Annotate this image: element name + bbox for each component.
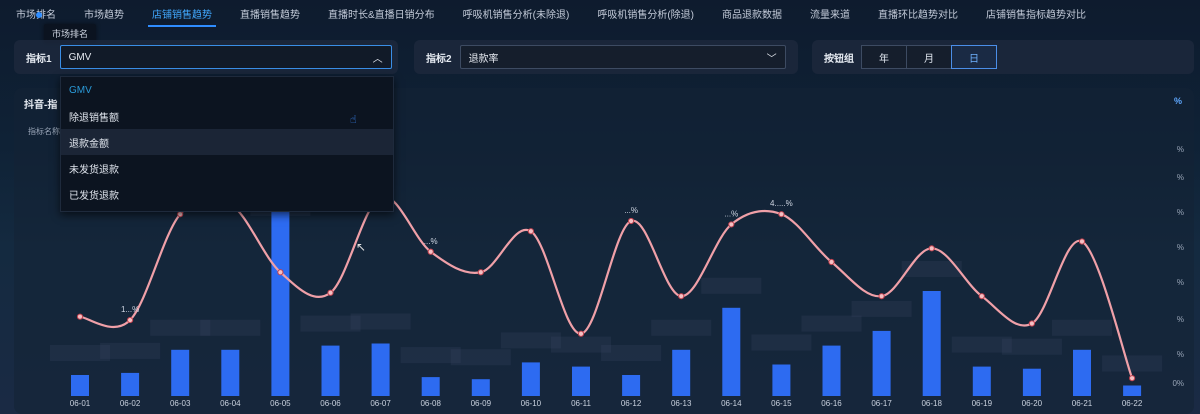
bar [371, 343, 390, 396]
line-data-label: 1...% [121, 305, 139, 314]
x-tick-label: 06-20 [1022, 399, 1043, 408]
bar [872, 330, 891, 396]
x-tick-label: 06-13 [671, 399, 692, 408]
x-tick-label: 06-12 [621, 399, 642, 408]
bar [772, 364, 791, 396]
line-point [527, 228, 535, 235]
bar [1073, 349, 1091, 396]
line-point [628, 217, 635, 225]
bar [421, 377, 440, 396]
line-data-label: ...% [624, 206, 638, 215]
arrow-cursor-icon: ↖ [356, 240, 367, 254]
line-point [327, 289, 334, 296]
bar [121, 372, 140, 396]
label-shade [851, 300, 912, 317]
x-tick-label: 06-19 [972, 399, 993, 408]
bar [171, 349, 190, 396]
bar [622, 375, 641, 396]
x-tick-label: 06-01 [70, 399, 91, 408]
right-tick-label: % [1177, 278, 1184, 287]
bar [1123, 385, 1142, 396]
bar [672, 349, 691, 396]
bar [822, 345, 841, 396]
line-point [728, 221, 735, 228]
label-shade [200, 319, 261, 336]
label-shade [350, 313, 411, 330]
x-tick-label: 06-21 [1072, 399, 1093, 408]
x-tick-label: 06-22 [1122, 399, 1143, 408]
line-point [127, 316, 134, 324]
label-shade [100, 342, 161, 359]
label-shade [601, 345, 662, 361]
bar [321, 345, 340, 396]
line-point [978, 293, 985, 300]
line-point [427, 248, 434, 255]
x-tick-label: 06-16 [821, 399, 842, 408]
bar [471, 379, 490, 396]
line-point [778, 211, 785, 218]
line-point [928, 245, 935, 252]
label-shade [651, 319, 712, 336]
line-point [1078, 238, 1086, 245]
label-shade [1102, 355, 1163, 372]
line-point [878, 293, 885, 300]
bar [1022, 368, 1041, 396]
label-shade [1001, 338, 1062, 355]
line-data-label: ...% [424, 237, 438, 246]
right-tick-label: % [1177, 350, 1184, 359]
x-tick-label: 06-10 [521, 399, 542, 408]
label-shade [1052, 319, 1112, 336]
label-shade [450, 349, 511, 366]
x-tick-label: 06-05 [270, 399, 291, 408]
x-tick-label: 06-15 [771, 399, 792, 408]
dropdown-option-5[interactable]: 已发货退款 [61, 181, 393, 207]
bar [271, 186, 290, 396]
bar [572, 366, 590, 396]
bar [221, 349, 240, 396]
x-tick-label: 06-07 [370, 399, 391, 408]
right-tick-label: % [1177, 243, 1184, 252]
right-tick-label: % [1177, 208, 1184, 217]
line-point [1129, 375, 1136, 382]
line-point [277, 269, 284, 276]
x-tick-label: 06-14 [721, 399, 742, 408]
line-point [577, 330, 585, 337]
x-tick-label: 06-11 [571, 399, 591, 408]
hand-cursor-icon: ☝ [350, 114, 357, 126]
right-tick-label: % [1177, 173, 1184, 182]
metric1-dropdown-menu: GMV 除退销售额 退款金额 未发货退款 已发货退款 [60, 76, 394, 212]
line-data-label: 4.....% [770, 199, 793, 208]
x-tick-label: 06-09 [471, 399, 492, 408]
line-point [76, 313, 84, 320]
x-tick-label: 06-17 [871, 399, 892, 408]
x-tick-label: 06-03 [170, 399, 191, 408]
line-point [477, 269, 484, 276]
bar [521, 362, 540, 396]
right-tick-label: % [1177, 315, 1184, 324]
bar [71, 375, 89, 396]
bar [722, 307, 741, 396]
dropdown-option-3[interactable]: 退款金额 [61, 129, 393, 155]
line-point [678, 293, 685, 300]
x-tick-label: 06-04 [220, 399, 241, 408]
label-shade [701, 277, 762, 294]
x-tick-label: 06-18 [921, 399, 942, 408]
line-data-label: ...% [724, 209, 738, 218]
x-tick-label: 06-02 [120, 399, 141, 408]
line-point [828, 258, 835, 266]
x-tick-label: 06-08 [420, 399, 441, 408]
line-point [1028, 320, 1036, 327]
x-tick-label: 06-06 [320, 399, 341, 408]
dropdown-option-4[interactable]: 未发货退款 [61, 155, 393, 181]
dropdown-option-1[interactable]: GMV [61, 77, 393, 103]
bar [922, 291, 941, 396]
label-shade [751, 334, 812, 351]
dropdown-option-2[interactable]: 除退销售额 [61, 103, 393, 129]
right-tick-label: % [1177, 145, 1184, 154]
line-point [177, 211, 184, 218]
label-shade [801, 315, 862, 332]
right-tick-label: 0% [1172, 379, 1184, 388]
bar [972, 366, 991, 396]
